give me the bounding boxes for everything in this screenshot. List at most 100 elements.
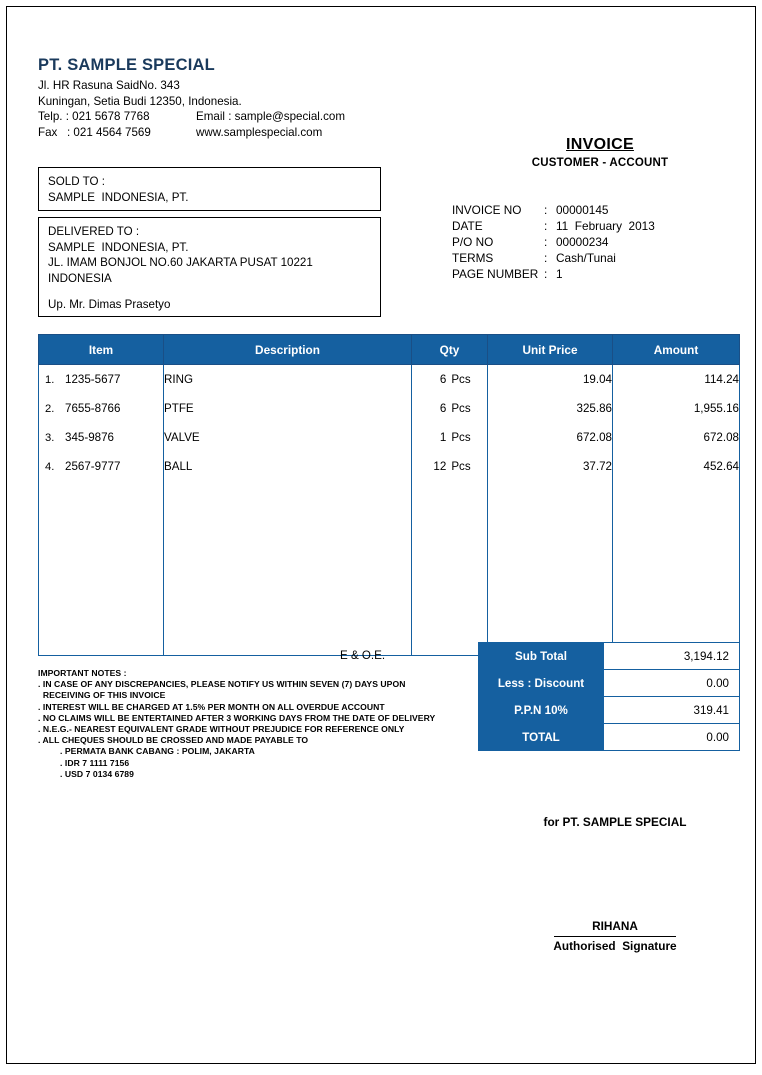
invoice-title-block: INVOICE CUSTOMER - ACCOUNT xyxy=(470,136,730,169)
table-row: 4. 2567-9777 BALL 12 Pcs 37.72 452.64 xyxy=(38,452,740,481)
notes-heading: IMPORTANT NOTES : xyxy=(38,668,127,678)
cell-qty: 12 Pcs xyxy=(411,452,488,481)
cell-amount: 114.24 xyxy=(612,364,740,394)
cell-empty xyxy=(163,539,412,568)
cell-empty xyxy=(38,481,164,510)
column-header-description: Description xyxy=(163,334,412,365)
cell-empty xyxy=(163,597,412,626)
totals-label-sub-total: Sub Total xyxy=(478,642,604,670)
item-number: 2. xyxy=(45,403,55,415)
totals-row-sub-total: Sub Total 3,194.12 xyxy=(478,642,740,670)
table-empty-row xyxy=(38,568,740,597)
cell-empty xyxy=(612,481,740,510)
totals-value-discount: 0.00 xyxy=(603,669,740,697)
signature-rule xyxy=(554,936,676,937)
cell-amount: 1,955.16 xyxy=(612,394,740,423)
meta-row-po-no: P/O NO : 00000234 xyxy=(452,234,655,250)
cell-empty xyxy=(38,510,164,539)
cell-empty xyxy=(411,510,488,539)
table-empty-row xyxy=(38,481,740,510)
invoice-subtitle: CUSTOMER - ACCOUNT xyxy=(531,157,669,169)
sold-to-heading: SOLD TO : xyxy=(48,175,105,188)
delivered-to-spacer xyxy=(48,286,371,297)
table-row: 3. 345-9876 VALVE 1 Pcs 672.08 672.08 xyxy=(38,423,740,452)
cell-empty xyxy=(487,597,613,626)
cell-empty xyxy=(38,597,164,626)
delivered-to-heading: DELIVERED TO : xyxy=(48,225,140,238)
qty-number: 6 xyxy=(439,402,447,415)
totals-label-total: TOTAL xyxy=(478,723,604,751)
note-line-4: . NO CLAIMS WILL BE ENTERTAINED AFTER 3 … xyxy=(38,712,436,723)
cell-qty: 6 Pcs xyxy=(411,364,488,394)
cell-empty xyxy=(411,597,488,626)
cell-empty xyxy=(411,626,488,656)
totals-value-ppn: 319.41 xyxy=(603,696,740,724)
meta-label-invoice-no: INVOICE NO xyxy=(452,203,522,217)
cell-empty xyxy=(38,626,164,656)
column-header-qty: Qty xyxy=(411,334,488,365)
signature-company: for PT. SAMPLE SPECIAL xyxy=(543,815,687,829)
meta-label-terms: TERMS xyxy=(452,251,494,265)
qty-unit: Pcs xyxy=(451,431,471,444)
bank-line-1: . PERMATA BANK CABANG : POLIM, JAKARTA xyxy=(60,746,255,757)
company-contact-row-telp: Telp. : 021 5678 7768 Email : sample@spe… xyxy=(38,109,458,125)
totals-value-sub-total: 3,194.12 xyxy=(603,642,740,670)
delivered-to-box: DELIVERED TO : SAMPLE INDONESIA, PT. JL.… xyxy=(38,217,381,317)
company-name: PT. SAMPLE SPECIAL xyxy=(38,56,215,74)
qty-unit: Pcs xyxy=(451,460,471,473)
cell-item: 2. 7655-8766 xyxy=(38,394,164,423)
cell-empty xyxy=(163,510,412,539)
cell-item: 3. 345-9876 xyxy=(38,423,164,452)
company-address-line-2: Kuningan, Setia Budi 12350, Indonesia. xyxy=(38,94,242,108)
item-code: 345-9876 xyxy=(65,431,114,444)
cell-empty xyxy=(612,568,740,597)
cell-empty xyxy=(411,481,488,510)
cell-item: 1. 1235-5677 xyxy=(38,364,164,394)
meta-label-page-number: PAGE NUMBER xyxy=(452,267,539,281)
meta-row-date: DATE : 11 February 2013 xyxy=(452,218,655,234)
note-line-2: RECEIVING OF THIS INVOICE xyxy=(38,690,166,701)
cell-unit-price: 19.04 xyxy=(487,364,613,394)
column-header-item: Item xyxy=(38,334,164,365)
cell-unit-price: 672.08 xyxy=(487,423,613,452)
invoice-page: PT. SAMPLE SPECIAL Jl. HR Rasuna SaidNo.… xyxy=(0,0,762,1075)
sold-to-box: SOLD TO : SAMPLE INDONESIA, PT. xyxy=(38,167,381,211)
qty-unit: Pcs xyxy=(451,373,471,386)
totals-table: Sub Total 3,194.12 Less : Discount 0.00 … xyxy=(478,642,740,751)
item-code: 7655-8766 xyxy=(65,402,121,415)
cell-description: BALL xyxy=(163,452,412,481)
meta-row-terms: TERMS : Cash/Tunai xyxy=(452,250,655,266)
meta-label-date: DATE xyxy=(452,219,483,233)
cell-unit-price: 325.86 xyxy=(487,394,613,423)
meta-row-invoice-no: INVOICE NO : 00000145 xyxy=(452,202,655,218)
delivered-to-street: JL. IMAM BONJOL NO.60 JAKARTA PUSAT 1022… xyxy=(48,256,313,269)
cell-empty xyxy=(411,539,488,568)
table-header-row: Item Description Qty Unit Price Amount xyxy=(38,334,740,365)
company-header: PT. SAMPLE SPECIAL Jl. HR Rasuna SaidNo.… xyxy=(38,56,458,140)
cell-amount: 672.08 xyxy=(612,423,740,452)
cell-item: 4. 2567-9777 xyxy=(38,452,164,481)
company-email: Email : sample@special.com xyxy=(196,110,346,123)
cell-amount: 452.64 xyxy=(612,452,740,481)
cell-empty xyxy=(487,539,613,568)
eoe-note: E & O.E. xyxy=(340,649,386,662)
meta-value-po-no: 00000234 xyxy=(556,235,609,249)
signature-name: RIHANA xyxy=(592,919,638,933)
meta-value-invoice-no: 00000145 xyxy=(556,203,609,217)
meta-value-terms: Cash/Tunai xyxy=(556,251,616,265)
meta-value-date: 11 February 2013 xyxy=(556,219,655,233)
cell-qty: 6 Pcs xyxy=(411,394,488,423)
signature-for-line: for PT. SAMPLE SPECIAL xyxy=(500,815,730,829)
meta-row-page-number: PAGE NUMBER : 1 xyxy=(452,266,655,282)
qty-unit: Pcs xyxy=(451,402,471,415)
totals-row-ppn: P.P.N 10% 319.41 xyxy=(478,696,740,724)
note-line-6: . ALL CHEQUES SHOULD BE CROSSED AND MADE… xyxy=(38,735,309,746)
table-empty-row xyxy=(38,510,740,539)
signature-caption: Authorised Signature xyxy=(553,939,677,953)
cell-empty xyxy=(411,568,488,597)
company-fax: Fax : 021 4564 7569 xyxy=(38,125,151,139)
column-header-amount: Amount xyxy=(612,334,740,365)
bank-line-2: . IDR 7 1111 7156 xyxy=(60,757,130,768)
meta-colon-date: : xyxy=(544,219,548,233)
qty-number: 1 xyxy=(439,431,447,444)
